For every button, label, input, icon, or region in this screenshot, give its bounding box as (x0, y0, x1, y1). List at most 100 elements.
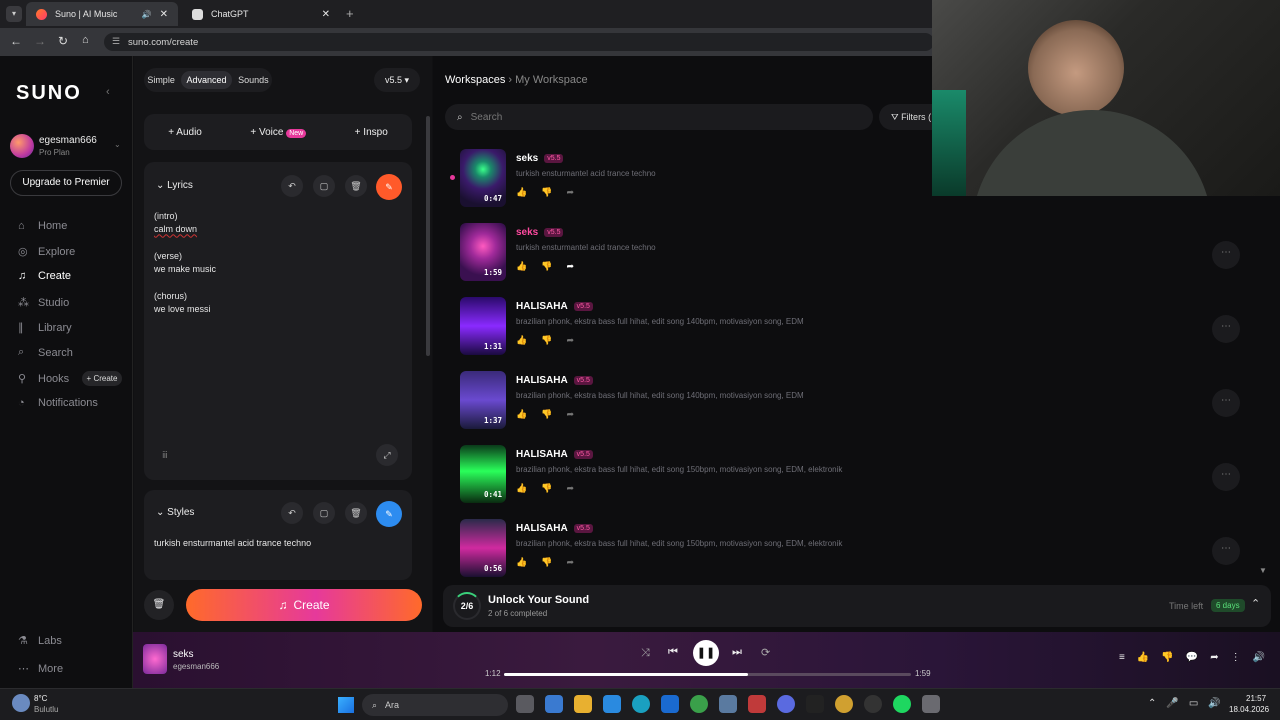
mic-icon[interactable]: 🎤 (1166, 698, 1178, 709)
song-title[interactable]: seks (516, 227, 538, 238)
more-options-button[interactable]: ⋯ (1212, 315, 1240, 343)
undo-icon[interactable]: ↶ (281, 502, 303, 524)
nav-more[interactable]: ⋯ More (18, 662, 63, 676)
magic-wand-icon[interactable]: ✎ (376, 174, 402, 200)
account-chevron-icon[interactable]: ⌄ (114, 140, 121, 149)
game-app-icon[interactable] (748, 695, 766, 713)
previous-icon[interactable]: ⏮ (668, 646, 678, 659)
thumbs-up-icon[interactable]: 👍 (516, 187, 527, 198)
collapse-sidebar-icon[interactable]: ‹ (106, 86, 110, 98)
styles-header[interactable]: ⌄ Styles (156, 507, 194, 518)
settings-icon[interactable] (922, 695, 940, 713)
nav-explore[interactable]: ◎ Explore (18, 245, 75, 259)
notes-app-icon[interactable] (603, 695, 621, 713)
thumbs-up-icon[interactable]: 👍 (1137, 652, 1149, 663)
weather-icon[interactable] (12, 694, 30, 712)
song-title[interactable]: HALISAHA (516, 375, 568, 386)
more-options-button[interactable]: ⋯ (1212, 389, 1240, 417)
username[interactable]: egesman666 (39, 135, 97, 146)
song-title[interactable]: HALISAHA (516, 449, 568, 460)
song-row[interactable]: 1:59 seks v5.5 turkish ensturmantel acid … (460, 223, 1240, 287)
obs-icon[interactable] (864, 695, 882, 713)
chevron-up-icon[interactable]: ⌃ (1251, 597, 1260, 610)
mode-advanced[interactable]: Advanced (181, 71, 232, 89)
song-row[interactable]: 1:37 HALISAHA v5.5 brazilian phonk, ekstr… (460, 371, 1240, 435)
panel-scrollbar[interactable] (426, 116, 430, 356)
next-icon[interactable]: ⏭ (732, 646, 742, 659)
song-cover[interactable]: 1:37 (460, 371, 506, 429)
home-browser-icon[interactable]: ⌂ (82, 34, 89, 46)
more-vertical-icon[interactable]: ⋮ (1231, 652, 1241, 663)
thumbs-up-icon[interactable]: 👍 (516, 557, 527, 568)
add-audio-button[interactable]: + Audio (168, 127, 202, 138)
thumbs-up-icon[interactable]: 👍 (516, 483, 527, 494)
trash-icon[interactable]: 🗑 (345, 502, 367, 524)
mode-sounds[interactable]: Sounds (238, 75, 269, 85)
share-icon[interactable]: ➦ (566, 409, 574, 420)
list-scroll-down-icon[interactable]: ▼ (1259, 566, 1267, 575)
song-cover[interactable]: 1:31 (460, 297, 506, 355)
clock-time[interactable]: 21:57 (1246, 694, 1266, 703)
copy-icon[interactable]: ▢ (313, 175, 335, 197)
player-cover[interactable] (143, 644, 167, 674)
song-row[interactable]: 0:56 HALISAHA v5.5 brazilian phonk, ekstr… (460, 519, 1240, 583)
nav-library[interactable]: ∥ Library (18, 321, 72, 335)
nav-create[interactable]: ♫ Create (18, 270, 71, 282)
nav-search[interactable]: ⌕ Search (18, 346, 73, 359)
edge-icon[interactable] (632, 695, 650, 713)
more-options-button[interactable]: ⋯ (1212, 463, 1240, 491)
tab-chatgpt[interactable]: ChatGPT ✕ (182, 2, 340, 26)
trash-icon[interactable]: 🗑 (345, 175, 367, 197)
player-title[interactable]: seks (173, 649, 194, 660)
new-tab-button[interactable]: + (346, 6, 354, 21)
taskbar-search[interactable]: ⌕ Ara (362, 694, 508, 716)
unlock-bar[interactable]: 2/6 Unlock Your Sound 2 of 6 completed T… (443, 585, 1271, 627)
share-icon[interactable]: ➦ (566, 557, 574, 568)
breadcrumb-root[interactable]: Workspaces (445, 74, 505, 86)
site-info-icon[interactable]: ☰ (112, 36, 120, 47)
search-input[interactable]: ⌕ Search (445, 104, 873, 130)
back-icon[interactable]: ← (10, 34, 22, 48)
thumbs-down-icon[interactable]: 👎 (1161, 652, 1173, 663)
share-icon[interactable]: ➦ (566, 483, 574, 494)
clear-all-button[interactable]: 🗑 (144, 590, 174, 620)
song-row[interactable]: 0:41 HALISAHA v5.5 brazilian phonk, ekstr… (460, 445, 1240, 509)
song-cover[interactable]: 0:47 (460, 149, 506, 207)
reload-icon[interactable]: ↻ (58, 34, 68, 48)
song-title[interactable]: HALISAHA (516, 301, 568, 312)
lyrics-structure-icon[interactable]: ⅲ (162, 450, 168, 461)
task-view-icon[interactable] (516, 695, 534, 713)
clock-date[interactable]: 18.04.2026 (1229, 705, 1269, 714)
close-tab-icon[interactable]: ✕ (160, 9, 168, 20)
thumbs-down-icon[interactable]: 👎 (541, 261, 552, 272)
create-button[interactable]: ♫ Create (186, 589, 422, 621)
spotify-icon[interactable] (893, 695, 911, 713)
forward-icon[interactable]: → (34, 34, 46, 48)
thumbs-down-icon[interactable]: 👎 (541, 187, 552, 198)
shuffle-icon[interactable]: ⤨ (641, 647, 650, 660)
file-explorer-icon[interactable] (574, 695, 592, 713)
tray-chevron-icon[interactable]: ⌃ (1148, 698, 1156, 709)
player-artist[interactable]: egesman666 (173, 662, 219, 671)
more-options-button[interactable]: ⋯ (1212, 241, 1240, 269)
share-icon[interactable]: ➦ (566, 187, 574, 198)
avatar[interactable] (10, 134, 34, 158)
weather-text[interactable]: Bulutlu (34, 705, 58, 714)
magic-wand-icon[interactable]: ✎ (376, 501, 402, 527)
nav-notifications[interactable]: ◔ Notifications (18, 397, 98, 409)
upgrade-button[interactable]: Upgrade to Premier (10, 170, 122, 196)
nav-hooks[interactable]: ⚲ Hooks (18, 372, 69, 386)
lyrics-text[interactable]: (intro) calm down (verse) we make music … (154, 210, 216, 316)
pause-button[interactable]: ❚❚ (693, 640, 719, 666)
song-row[interactable]: 1:31 HALISAHA v5.5 brazilian phonk, ekstr… (460, 297, 1240, 361)
more-options-button[interactable]: ⋯ (1212, 537, 1240, 565)
thumbs-up-icon[interactable]: 👍 (516, 409, 527, 420)
song-cover[interactable]: 1:59 (460, 223, 506, 281)
nav-labs[interactable]: ⚗ Labs (18, 634, 62, 648)
tab-list-button[interactable]: ▾ (6, 6, 22, 22)
version-select[interactable]: v5.5 ▾ (374, 68, 420, 92)
outlook-icon[interactable] (661, 695, 679, 713)
song-cover[interactable]: 0:41 (460, 445, 506, 503)
share-icon[interactable]: ➦ (566, 335, 574, 346)
progress-track[interactable] (504, 673, 911, 676)
